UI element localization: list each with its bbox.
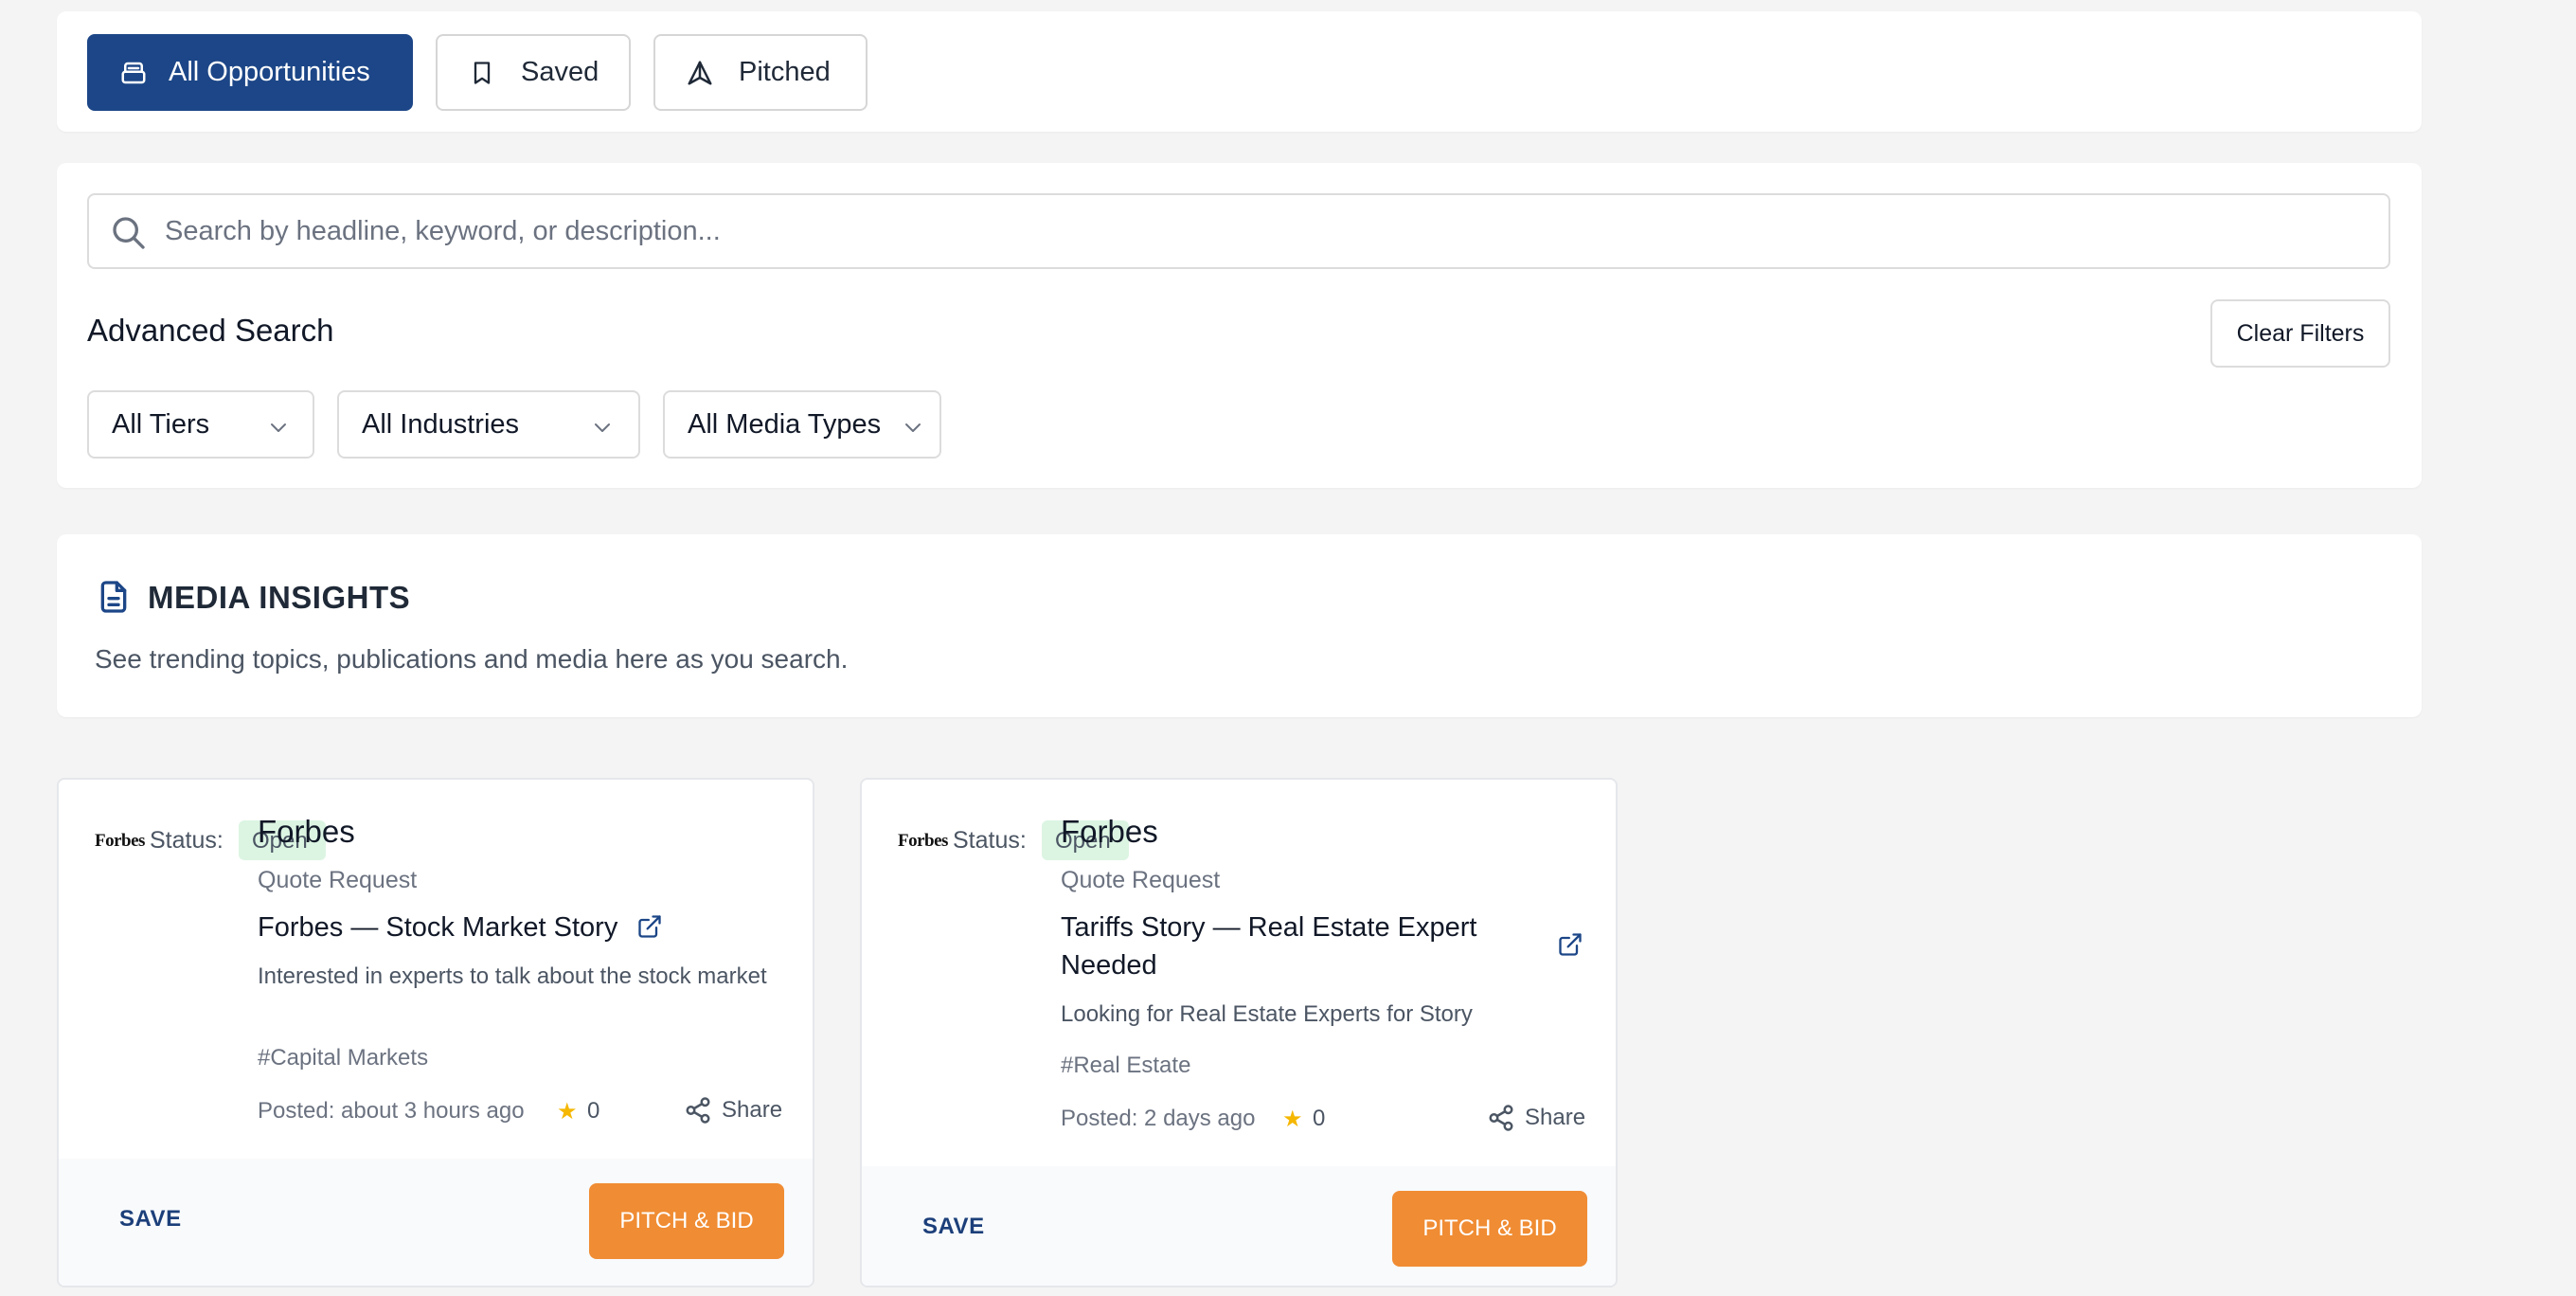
search-panel: Advanced Search Clear Filters All Tiers …	[57, 163, 2422, 488]
pitch-bid-button[interactable]: PITCH & BID	[1392, 1191, 1587, 1267]
chevron-down-icon	[902, 415, 924, 438]
tab-label: Saved	[521, 57, 599, 87]
share-button[interactable]: Share	[1487, 1104, 1585, 1132]
status-label: Status:	[953, 827, 1027, 854]
tab-pitched[interactable]: Pitched	[653, 34, 868, 111]
status-label: Status:	[150, 827, 224, 854]
opportunity-description: Looking for Real Estate Experts for Stor…	[1061, 1001, 1473, 1027]
search-icon	[110, 214, 148, 252]
star-icon[interactable]: ★	[557, 1098, 578, 1125]
opportunity-card: Forbes Status: Open Forbes Quote Request…	[860, 778, 1618, 1287]
industry-tag[interactable]: #Capital Markets	[258, 1045, 428, 1071]
search-input[interactable]	[165, 205, 2371, 258]
bookmark-icon	[466, 57, 498, 89]
opportunity-type: Quote Request	[1061, 867, 1221, 893]
industry-tag[interactable]: #Real Estate	[1061, 1053, 1190, 1079]
share-button[interactable]: Share	[684, 1096, 782, 1125]
star-count: 0	[1313, 1106, 1326, 1131]
industry-select[interactable]: All Industries	[337, 390, 640, 459]
opportunity-headline-line-2[interactable]: Needed	[1061, 946, 1157, 984]
opportunity-card: Forbes Status: Open Forbes Quote Request…	[57, 778, 814, 1287]
share-label: Share	[1525, 1105, 1586, 1130]
filter-tabs-bar: All Opportunities Saved Pitched	[57, 11, 2422, 132]
select-value: All Media Types	[688, 408, 882, 440]
tab-label: All Opportunities	[169, 57, 370, 87]
tab-all-opportunities[interactable]: All Opportunities	[87, 34, 413, 111]
card-footer: SAVE PITCH & BID	[59, 1159, 813, 1286]
insights-subtitle: See trending topics, publications and me…	[95, 644, 849, 674]
star-icon[interactable]: ★	[1282, 1106, 1303, 1133]
share-label: Share	[722, 1097, 783, 1123]
save-button[interactable]: SAVE	[922, 1214, 985, 1240]
save-button[interactable]: SAVE	[119, 1206, 182, 1233]
send-icon	[684, 57, 716, 89]
publication-logo: Forbes	[898, 831, 948, 851]
select-value: All Tiers	[112, 408, 210, 440]
chevron-down-icon	[591, 415, 614, 438]
external-link-icon[interactable]	[1557, 931, 1583, 958]
tab-saved[interactable]: Saved	[436, 34, 631, 111]
posted-time: Posted: about 3 hours ago	[258, 1098, 525, 1124]
opportunity-type: Quote Request	[258, 867, 418, 893]
media-type-select[interactable]: All Media Types	[663, 390, 941, 459]
share-icon	[1487, 1104, 1515, 1132]
search-box[interactable]	[87, 193, 2390, 269]
opportunity-description: Interested in experts to talk about the …	[258, 963, 767, 989]
opportunity-headline-line-1[interactable]: Tariffs Story — Real Estate Expert	[1061, 909, 1476, 946]
insights-title: MEDIA INSIGHTS	[148, 580, 411, 615]
publication-name: Forbes	[1061, 814, 1158, 849]
card-footer: SAVE PITCH & BID	[862, 1166, 1616, 1286]
share-icon	[684, 1096, 712, 1125]
posted-time: Posted: 2 days ago	[1061, 1106, 1256, 1131]
star-count: 0	[587, 1098, 600, 1124]
external-link-icon[interactable]	[636, 913, 663, 940]
opportunity-headline[interactable]: Forbes — Stock Market Story	[258, 909, 617, 946]
chevron-down-icon	[267, 415, 290, 438]
inbox-icon	[117, 57, 150, 89]
publication-logo: Forbes	[95, 831, 145, 851]
tier-select[interactable]: All Tiers	[87, 390, 314, 459]
publication-name: Forbes	[258, 814, 355, 849]
pitch-bid-button[interactable]: PITCH & BID	[589, 1183, 784, 1259]
tab-label: Pitched	[739, 57, 831, 87]
advanced-search-title: Advanced Search	[87, 313, 334, 348]
document-icon	[95, 578, 133, 616]
media-insights-panel: MEDIA INSIGHTS See trending topics, publ…	[57, 534, 2422, 717]
select-value: All Industries	[362, 408, 520, 440]
clear-filters-button[interactable]: Clear Filters	[2210, 299, 2390, 368]
